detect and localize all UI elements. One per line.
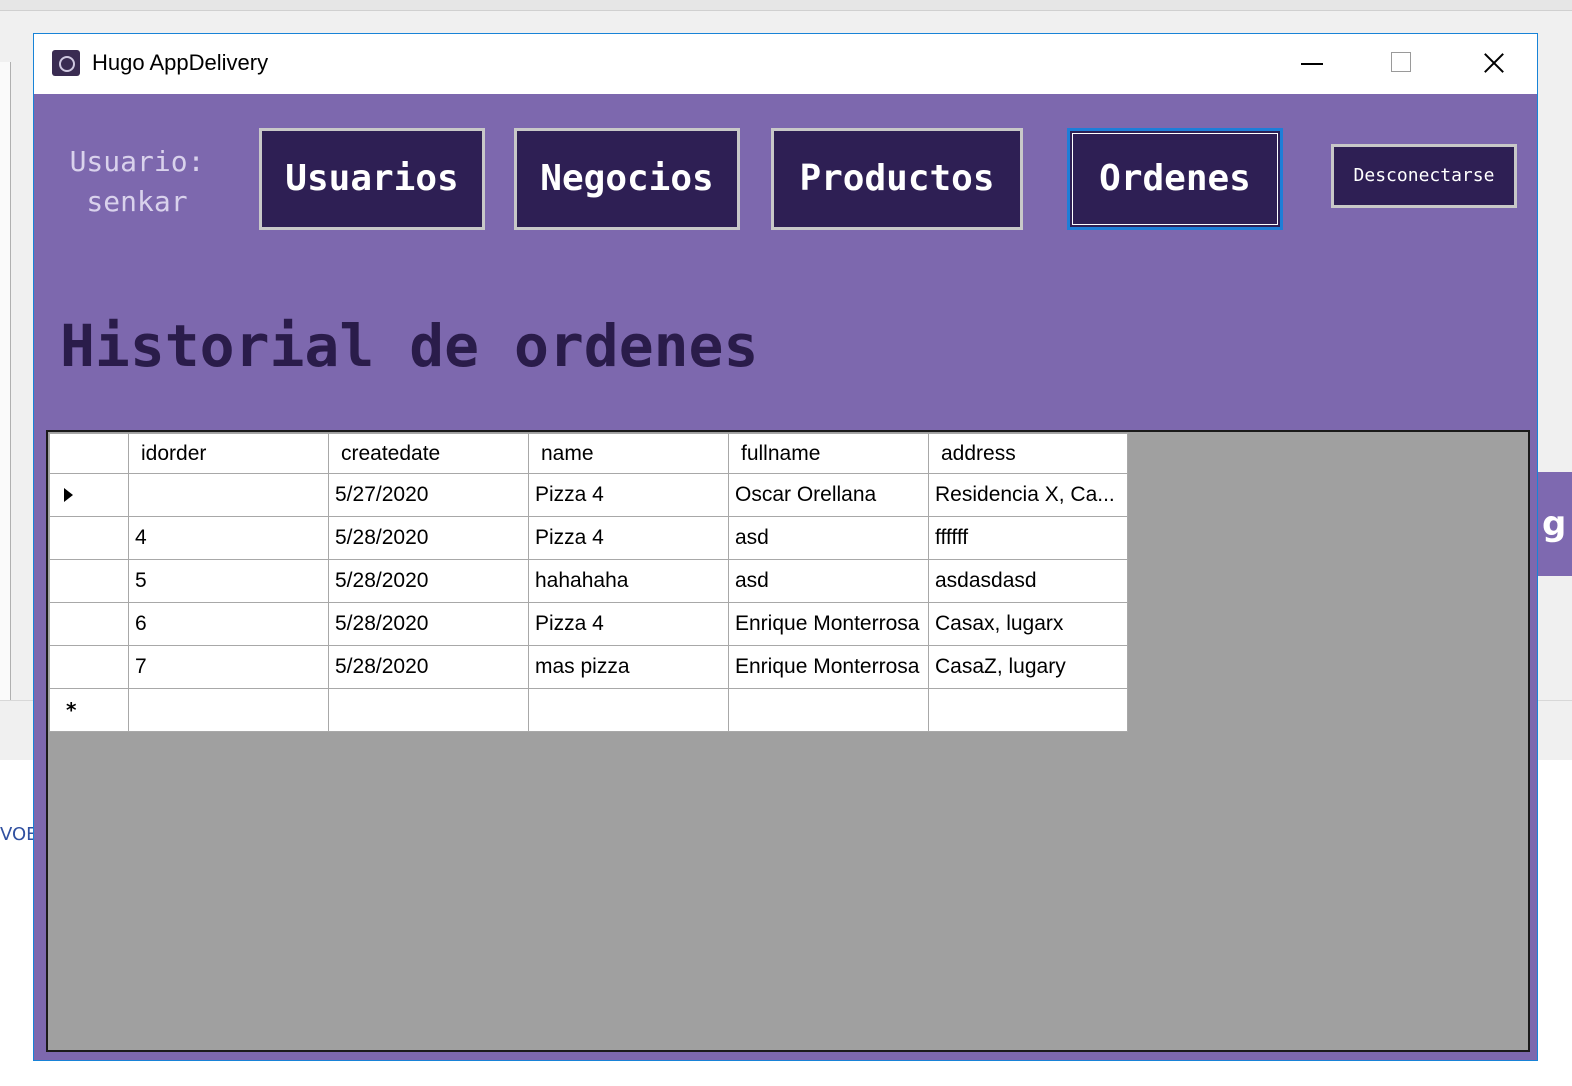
orders-table: idorder createdate name fullname address… — [49, 433, 1128, 732]
table-cell[interactable]: asdasdasd — [928, 559, 1128, 603]
table-cell[interactable] — [128, 688, 329, 732]
row-header-corner[interactable] — [49, 433, 129, 474]
table-cell[interactable]: 5 — [128, 559, 329, 603]
background-panel — [0, 62, 11, 702]
table-cell[interactable]: Pizza 4 — [528, 473, 729, 517]
background-text: VOE — [0, 824, 38, 845]
table-cell[interactable]: 7 — [128, 645, 329, 689]
row-header[interactable] — [49, 473, 129, 517]
column-header-address[interactable]: address — [928, 433, 1128, 474]
table-cell[interactable]: ffffff — [928, 516, 1128, 560]
table-cell[interactable]: Pizza 4 — [528, 602, 729, 646]
table-cell[interactable]: Casax, lugarx — [928, 602, 1128, 646]
table-cell[interactable]: 5/28/2020 — [328, 645, 529, 689]
logout-button[interactable]: Desconectarse — [1331, 144, 1517, 208]
minimize-button[interactable] — [1267, 34, 1357, 94]
background-window-fragment: g — [1538, 472, 1572, 576]
table-cell[interactable]: 4 — [128, 516, 329, 560]
table-cell[interactable]: asd — [728, 559, 929, 603]
background-fragment-text: g — [1542, 504, 1567, 544]
table-cell[interactable] — [528, 688, 729, 732]
close-button[interactable] — [1447, 34, 1537, 94]
row-header[interactable] — [49, 559, 129, 603]
table-row[interactable]: 6 5/28/2020 Pizza 4 Enrique Monterrosa C… — [49, 602, 1128, 646]
column-header-createdate[interactable]: createdate — [328, 433, 529, 474]
nav-negocios-button[interactable]: Negocios — [514, 128, 740, 230]
column-header-name[interactable]: name — [528, 433, 729, 474]
table-cell[interactable]: 5/27/2020 — [328, 473, 529, 517]
table-cell[interactable]: Pizza 4 — [528, 516, 729, 560]
column-header-idorder[interactable]: idorder — [128, 433, 329, 474]
new-row-icon: * — [66, 697, 77, 722]
row-header[interactable]: * — [49, 688, 129, 732]
table-cell[interactable]: Enrique Monterrosa — [728, 645, 929, 689]
table-cell[interactable]: hahahaha — [528, 559, 729, 603]
window-title: Hugo AppDelivery — [92, 50, 269, 75]
table-row[interactable]: 5 5/28/2020 hahahaha asd asdasdasd — [49, 559, 1128, 603]
table-cell[interactable]: Oscar Orellana — [728, 473, 929, 517]
maximize-button[interactable] — [1357, 34, 1447, 94]
table-row[interactable]: 1 5/27/2020 Pizza 4 Oscar Orellana Resid… — [49, 473, 1128, 517]
table-cell[interactable]: 6 — [128, 602, 329, 646]
table-cell[interactable]: CasaZ, lugary — [928, 645, 1128, 689]
row-header[interactable] — [49, 645, 129, 689]
table-cell[interactable]: 5/28/2020 — [328, 516, 529, 560]
table-row[interactable]: 7 5/28/2020 mas pizza Enrique Monterrosa… — [49, 645, 1128, 689]
table-cell[interactable]: asd — [728, 516, 929, 560]
table-row[interactable]: 4 5/28/2020 Pizza 4 asd ffffff — [49, 516, 1128, 560]
nav-ordenes-button[interactable]: Ordenes — [1067, 128, 1283, 230]
app-icon — [52, 50, 80, 76]
table-cell[interactable] — [328, 688, 529, 732]
new-row[interactable]: * — [49, 688, 1128, 732]
title-bar[interactable]: Hugo AppDelivery — [34, 34, 1537, 94]
table-cell[interactable] — [928, 688, 1128, 732]
table-header-row: idorder createdate name fullname address — [49, 433, 1128, 474]
table-cell[interactable] — [728, 688, 929, 732]
table-cell[interactable]: 5/28/2020 — [328, 602, 529, 646]
user-info: Usuario: senkar — [62, 142, 212, 222]
app-window: Hugo AppDelivery Usuario: senkar Usuario… — [33, 33, 1538, 1061]
table-cell[interactable]: 1 — [128, 473, 329, 517]
table-cell[interactable]: 5/28/2020 — [328, 559, 529, 603]
nav-productos-button[interactable]: Productos — [771, 128, 1023, 230]
row-header[interactable] — [49, 602, 129, 646]
table-cell[interactable]: Enrique Monterrosa — [728, 602, 929, 646]
orders-data-grid[interactable]: idorder createdate name fullname address… — [46, 430, 1530, 1052]
row-header[interactable] — [49, 516, 129, 560]
user-name: senkar — [86, 185, 188, 218]
page-title: Historial de ordenes — [60, 312, 759, 380]
background-taskbar — [0, 0, 1572, 11]
table-cell[interactable]: Residencia X, Ca... — [928, 473, 1128, 517]
table-cell[interactable]: mas pizza — [528, 645, 729, 689]
nav-usuarios-button[interactable]: Usuarios — [259, 128, 485, 230]
user-label: Usuario: — [69, 145, 205, 178]
current-row-icon — [64, 488, 73, 503]
column-header-fullname[interactable]: fullname — [728, 433, 929, 474]
